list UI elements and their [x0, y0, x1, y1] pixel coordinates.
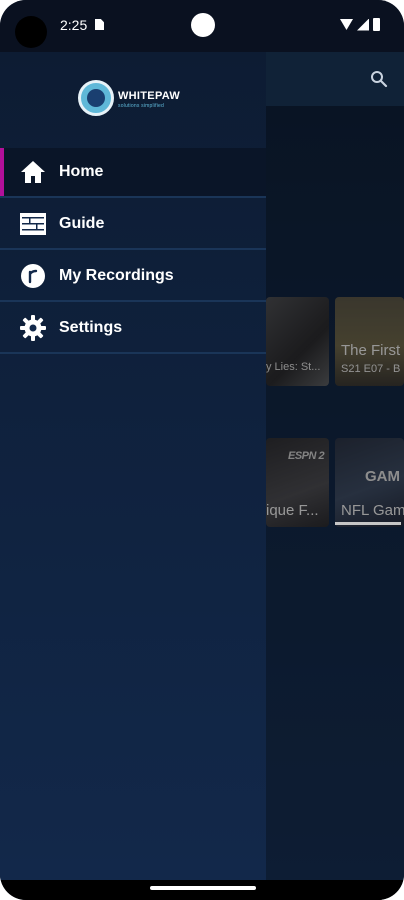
drawer-item-my-recordings[interactable]: My Recordings: [0, 252, 266, 302]
brand-name: WHITEPAW: [118, 90, 181, 102]
guide-icon: [20, 211, 46, 237]
front-sensor: [191, 13, 215, 37]
brand-logo-icon: [78, 80, 114, 116]
wifi-icon: [340, 19, 353, 30]
drawer-item-label: My Recordings: [59, 267, 174, 284]
status-icons: [340, 18, 380, 31]
status-time: 2:25: [60, 17, 88, 33]
active-indicator: [0, 148, 4, 196]
recordings-icon: [20, 263, 46, 289]
status-bar: 2:25: [0, 0, 404, 52]
drawer-item-label: Home: [59, 163, 104, 180]
home-gesture-handle[interactable]: [150, 886, 256, 890]
brand-tagline: solutions simplified: [118, 103, 164, 109]
drawer-header: WHITEPAW solutions simplified: [0, 52, 266, 146]
home-icon: [20, 159, 46, 185]
watch-progress-fill: [335, 522, 401, 525]
gear-icon: [20, 315, 46, 341]
sim-card-icon: [95, 19, 104, 30]
drawer-item-label: Settings: [59, 319, 123, 336]
drawer-item-settings[interactable]: Settings: [0, 304, 266, 354]
search-icon[interactable]: [370, 70, 388, 88]
battery-icon: [373, 18, 380, 31]
drawer-item-guide[interactable]: Guide: [0, 200, 266, 250]
drawer-item-label: Guide: [59, 215, 105, 232]
navigation-drawer: WHITEPAW solutions simplified Home Guide…: [0, 52, 266, 880]
signal-icon: [357, 18, 369, 31]
drawer-item-home[interactable]: Home: [0, 148, 266, 198]
phone-screen: 2:25 y Lies: St... The First S21 E07 - B…: [0, 0, 404, 900]
watch-progress: [335, 522, 401, 525]
navigation-bar: [0, 880, 404, 900]
camera-cutout: [15, 16, 47, 48]
